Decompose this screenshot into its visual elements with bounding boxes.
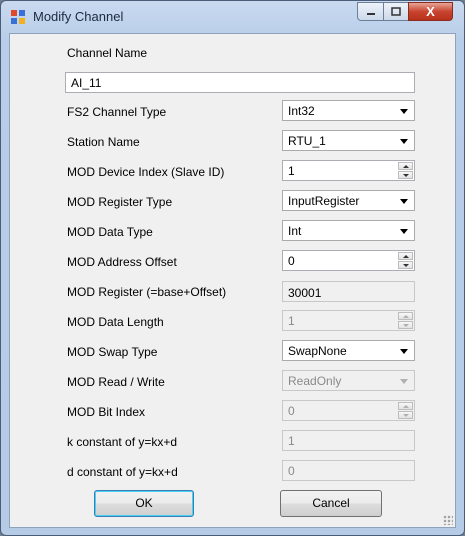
ok-button[interactable]: OK xyxy=(94,490,194,517)
close-button[interactable]: X xyxy=(408,2,453,21)
close-icon: X xyxy=(426,4,435,19)
chevron-down-icon xyxy=(400,379,408,384)
spin-up-icon xyxy=(398,312,413,320)
mod-data-type-label: MOD Data Type xyxy=(67,225,153,239)
title-bar[interactable]: Modify Channel X xyxy=(1,1,464,33)
spin-up-icon[interactable] xyxy=(398,162,413,170)
spin-up-icon[interactable] xyxy=(398,252,413,260)
minimize-icon xyxy=(366,12,375,15)
mod-register-value: 30001 xyxy=(282,281,415,302)
mod-swap-type-select[interactable]: SwapNone xyxy=(282,340,415,361)
mod-address-offset-value: 0 xyxy=(288,254,295,268)
k-constant-input: 1 xyxy=(282,430,415,451)
fs2-channel-type-select[interactable]: Int32 xyxy=(282,100,415,121)
mod-device-index-value: 1 xyxy=(288,164,295,178)
app-icon xyxy=(11,10,25,24)
chevron-down-icon xyxy=(400,139,408,144)
resize-grip-icon[interactable] xyxy=(443,515,453,525)
mod-read-write-label: MOD Read / Write xyxy=(67,375,165,389)
minimize-button[interactable] xyxy=(357,2,384,21)
mod-swap-type-label: MOD Swap Type xyxy=(67,345,158,359)
chevron-down-icon xyxy=(400,199,408,204)
modify-channel-window: Modify Channel X Channel Name AI_11 FS2 … xyxy=(0,0,465,536)
mod-bit-index-stepper: 0 xyxy=(282,400,415,421)
mod-bit-index-value: 0 xyxy=(288,404,295,418)
maximize-button[interactable] xyxy=(383,2,409,21)
spin-down-icon[interactable] xyxy=(398,261,413,269)
spin-down-icon xyxy=(398,411,413,419)
mod-read-write-value: ReadOnly xyxy=(288,374,342,388)
spin-up-icon xyxy=(398,402,413,410)
dialog-body: Channel Name AI_11 FS2 Channel Type Int3… xyxy=(9,33,456,528)
mod-address-offset-label: MOD Address Offset xyxy=(67,255,177,269)
mod-data-length-label: MOD Data Length xyxy=(67,315,164,329)
channel-name-label: Channel Name xyxy=(67,46,148,60)
mod-device-index-stepper[interactable]: 1 xyxy=(282,160,415,181)
mod-bit-index-label: MOD Bit Index xyxy=(67,405,146,419)
cancel-button[interactable]: Cancel xyxy=(280,490,382,517)
chevron-down-icon xyxy=(400,349,408,354)
mod-read-write-select: ReadOnly xyxy=(282,370,415,391)
channel-name-input[interactable]: AI_11 xyxy=(65,72,415,93)
fs2-channel-type-value: Int32 xyxy=(288,104,315,118)
mod-register-type-value: InputRegister xyxy=(288,194,360,208)
spin-down-icon[interactable] xyxy=(398,171,413,179)
d-constant-input: 0 xyxy=(282,460,415,481)
chevron-down-icon xyxy=(400,109,408,114)
d-constant-label: d constant of y=kx+d xyxy=(67,465,178,479)
maximize-icon xyxy=(391,7,401,16)
mod-data-length-value: 1 xyxy=(288,314,295,328)
mod-data-type-value: Int xyxy=(288,224,302,238)
mod-register-type-label: MOD Register Type xyxy=(67,195,173,209)
mod-swap-type-value: SwapNone xyxy=(288,344,347,358)
mod-register-type-select[interactable]: InputRegister xyxy=(282,190,415,211)
window-title: Modify Channel xyxy=(33,9,124,24)
mod-data-type-select[interactable]: Int xyxy=(282,220,415,241)
mod-device-index-label: MOD Device Index (Slave ID) xyxy=(67,165,225,179)
station-name-value: RTU_1 xyxy=(288,134,326,148)
mod-address-offset-stepper[interactable]: 0 xyxy=(282,250,415,271)
spin-down-icon xyxy=(398,321,413,329)
k-constant-label: k constant of y=kx+d xyxy=(67,435,178,449)
mod-register-label: MOD Register (=base+Offset) xyxy=(67,285,227,299)
station-name-label: Station Name xyxy=(67,135,140,149)
station-name-select[interactable]: RTU_1 xyxy=(282,130,415,151)
fs2-channel-type-label: FS2 Channel Type xyxy=(67,105,167,119)
mod-data-length-stepper: 1 xyxy=(282,310,415,331)
chevron-down-icon xyxy=(400,229,408,234)
